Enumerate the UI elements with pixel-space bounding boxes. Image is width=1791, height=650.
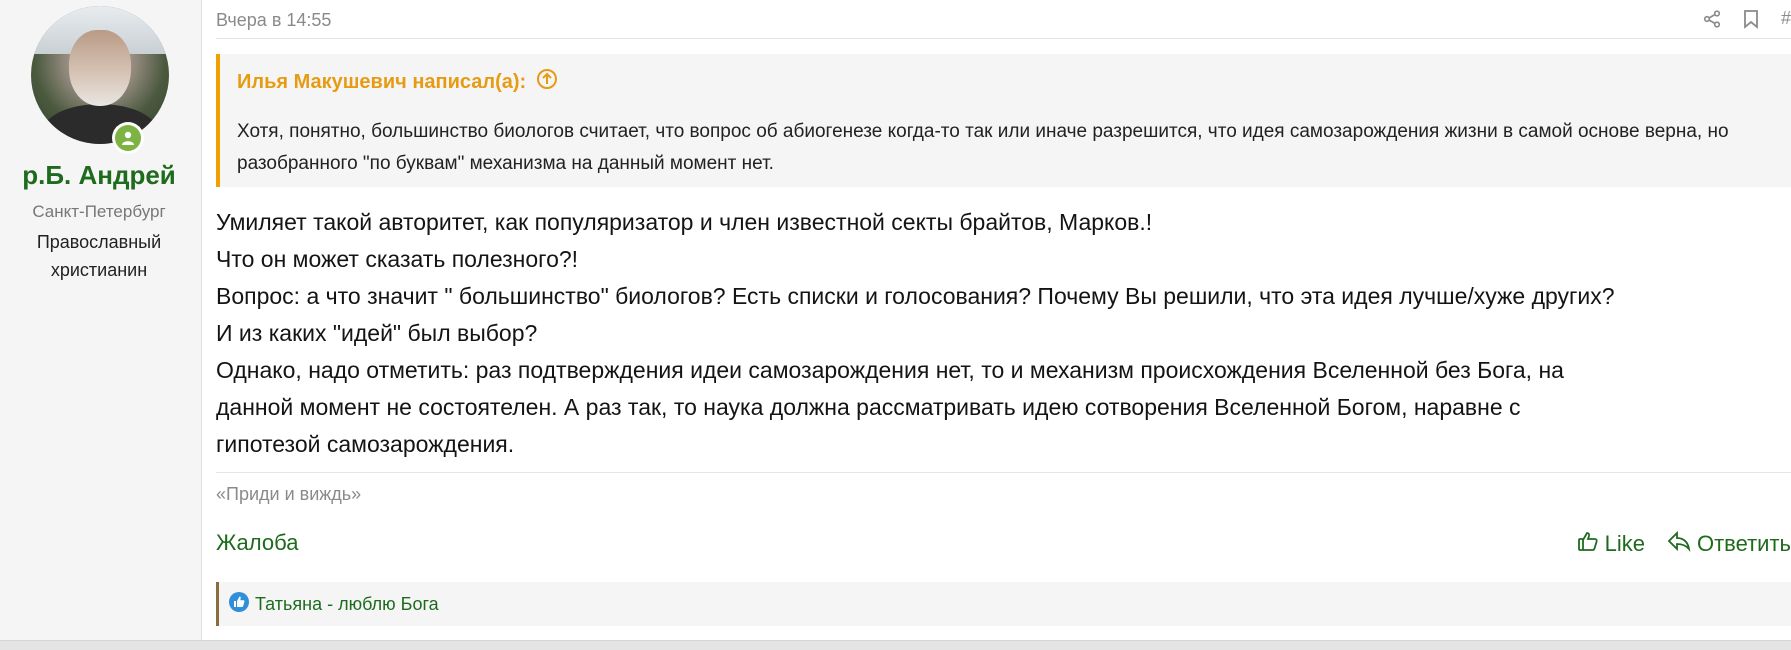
- post-actions: Like Ответить: [1577, 530, 1791, 558]
- reply-icon: [1667, 530, 1691, 558]
- post-body-line: Однако, надо отметить: раз подтверждения…: [216, 357, 1564, 383]
- post-body: Умиляет такой авторитет, как популяризат…: [216, 204, 1791, 463]
- user-signature: «Приди и виждь»: [216, 484, 362, 504]
- reactions-bar: Татьяна - люблю Бога: [216, 582, 1791, 626]
- quote-block: Илья Макушевич написал(а): Хотя, понятно…: [216, 54, 1791, 187]
- post-body-line: данной момент не состоятелен. А раз так,…: [216, 394, 1521, 420]
- post-meta-icons: #: [1703, 8, 1791, 29]
- quote-author[interactable]: Илья Макушевич написал(а):: [237, 68, 558, 96]
- reaction-user-list[interactable]: Татьяна - люблю Бога: [255, 594, 439, 615]
- arrow-up-circle-icon[interactable]: [536, 68, 558, 96]
- post-body-line: Умиляет такой авторитет, как популяризат…: [216, 209, 1153, 235]
- post-date[interactable]: Вчера в 14:55: [216, 10, 331, 31]
- forum-post: р.Б. Андрей Санкт-Петербург Православный…: [0, 0, 1791, 640]
- page-bottom-strip: [0, 640, 1791, 650]
- post-body-line: Что он может сказать полезного?!: [216, 246, 579, 272]
- bookmark-icon[interactable]: [1743, 9, 1759, 29]
- thumbs-up-icon: [1577, 530, 1599, 558]
- reply-button[interactable]: Ответить: [1667, 530, 1791, 558]
- avatar[interactable]: [31, 6, 169, 144]
- post-body-line: И из каких "идей" был выбор?: [216, 320, 538, 346]
- quote-text: Хотя, понятно, большинство биологов счит…: [237, 121, 1729, 174]
- report-link[interactable]: Жалоба: [216, 530, 298, 556]
- share-icon[interactable]: [1703, 9, 1721, 28]
- divider: [216, 472, 1791, 473]
- like-button[interactable]: Like: [1577, 530, 1645, 558]
- online-status-icon: [112, 122, 144, 154]
- post-body-line: Вопрос: а что значит " большинство" биол…: [216, 283, 1615, 309]
- user-info-panel: р.Б. Андрей Санкт-Петербург Православный…: [0, 0, 202, 640]
- username[interactable]: р.Б. Андрей: [0, 160, 198, 191]
- user-location: Санкт-Петербург: [32, 202, 166, 221]
- divider: [216, 38, 1791, 39]
- like-label: Like: [1604, 531, 1645, 556]
- post-body-line: гипотезой самозарождения.: [216, 431, 515, 457]
- avatar-wrap: [31, 6, 169, 154]
- like-reaction-icon[interactable]: [229, 592, 249, 616]
- reply-label: Ответить: [1696, 531, 1791, 556]
- post-main: Вчера в 14:55 # Илья Макушевич написал(а…: [202, 0, 1791, 640]
- post-anchor-link[interactable]: #: [1781, 8, 1791, 29]
- quote-author-label: Илья Макушевич написал(а):: [237, 70, 527, 93]
- user-title: Православный христианин: [36, 232, 162, 280]
